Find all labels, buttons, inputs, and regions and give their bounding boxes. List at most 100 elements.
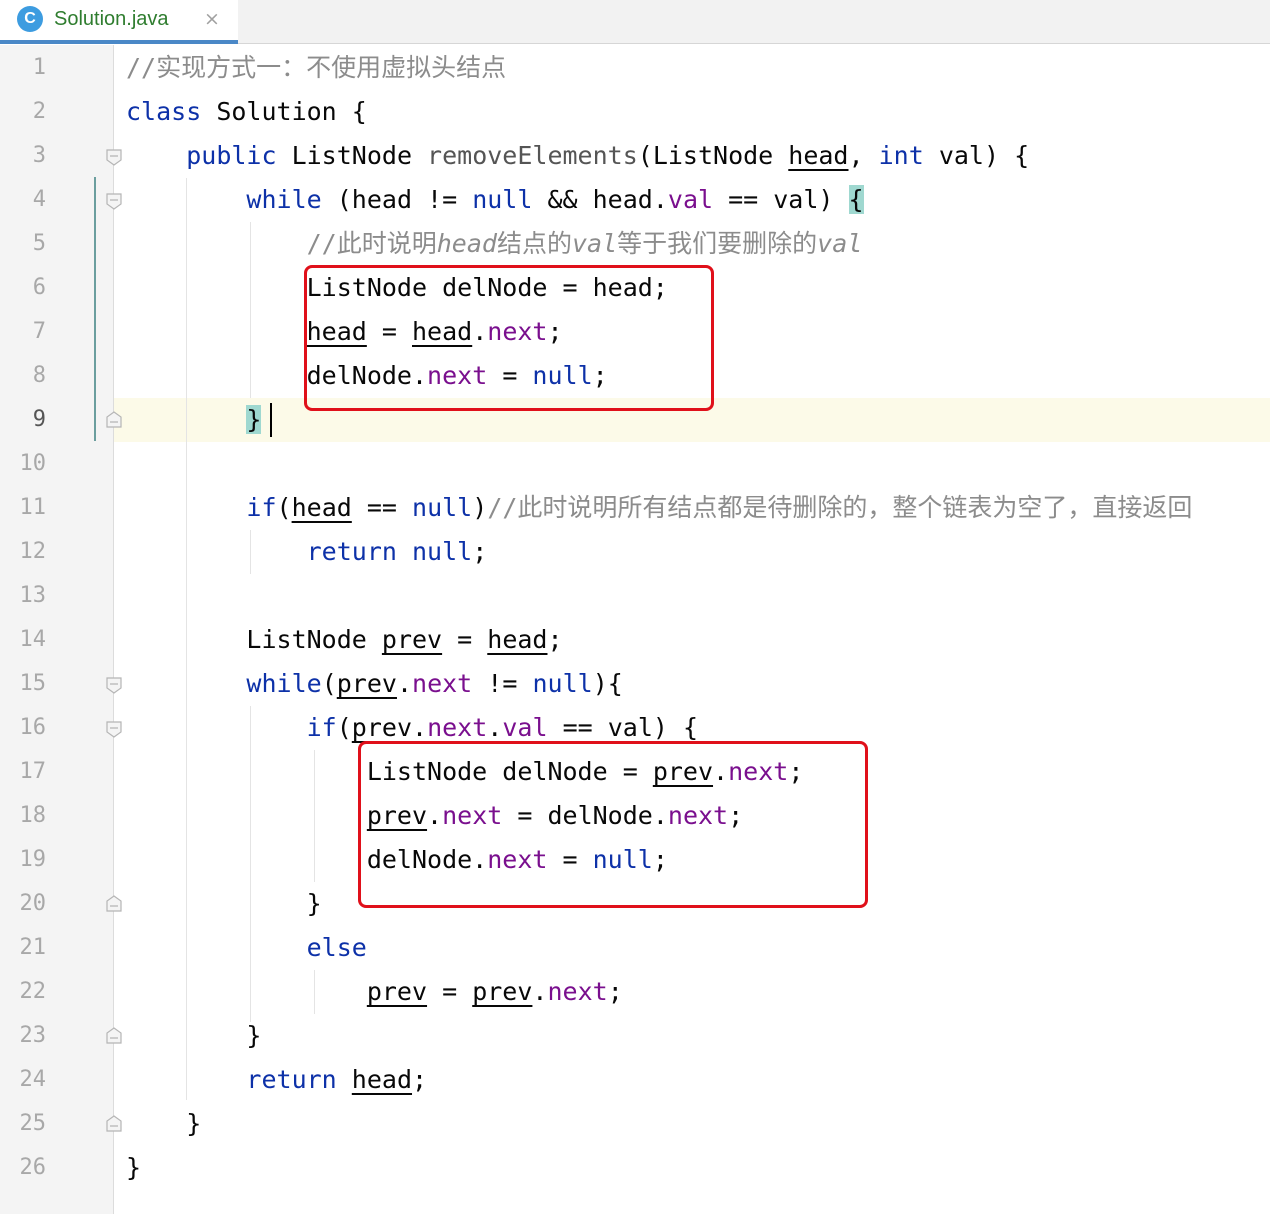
tab-solution-java[interactable]: C Solution.java × (0, 0, 238, 44)
line-number[interactable]: 5 (0, 222, 46, 266)
line-number[interactable]: 7 (0, 310, 46, 354)
code-line-14[interactable]: ListNode prev = head; (126, 618, 563, 662)
code-line-3[interactable]: public ListNode removeElements(ListNode … (126, 134, 1029, 178)
code-text: val) { (923, 141, 1030, 170)
code-line-25[interactable]: } (126, 1102, 201, 1146)
code-text: && head. (532, 185, 668, 214)
code-text: != (472, 669, 533, 698)
matched-brace: { (848, 185, 864, 214)
field: next (412, 669, 473, 698)
variable: prev (336, 669, 397, 698)
code-line-24[interactable]: return head; (126, 1058, 427, 1102)
comment: //此时说明 (306, 229, 437, 258)
line-number[interactable]: 24 (0, 1058, 47, 1102)
line-number[interactable]: 21 (0, 926, 47, 970)
fold-open-icon[interactable] (106, 677, 122, 694)
line-number[interactable]: 18 (0, 794, 47, 838)
line-number[interactable]: 22 (0, 970, 47, 1014)
code-line-12[interactable]: return null; (126, 530, 488, 574)
active-tab-indicator (0, 40, 238, 44)
code-line-23[interactable]: } (126, 1014, 261, 1058)
fold-close-icon[interactable] (106, 411, 122, 428)
variable: prev (366, 977, 428, 1006)
keyword: return (246, 1065, 337, 1094)
vcs-change-marker[interactable] (94, 177, 96, 441)
code-line-20[interactable]: } (126, 882, 322, 926)
keyword: if (306, 713, 337, 742)
comment-ref: head (436, 229, 497, 258)
keyword: public (186, 141, 277, 170)
line-number[interactable]: 13 (0, 574, 47, 618)
line-number[interactable]: 9 (0, 398, 46, 442)
fold-open-icon[interactable] (106, 149, 122, 166)
line-number[interactable]: 12 (0, 530, 47, 574)
annotation-box (304, 265, 714, 411)
fold-open-icon[interactable] (106, 721, 122, 738)
code-text: ListNode (246, 625, 382, 654)
fold-close-icon[interactable] (106, 1115, 122, 1132)
code-line-5[interactable]: //此时说明head结点的val等于我们要删除的val (126, 222, 863, 266)
line-number[interactable]: 16 (0, 706, 47, 750)
code-line-4[interactable]: while (head != null && head.val == val) … (126, 178, 864, 222)
line-number[interactable]: 14 (0, 618, 47, 662)
line-number[interactable]: 1 (0, 46, 46, 90)
line-number[interactable]: 6 (0, 266, 46, 310)
field: val (502, 713, 548, 742)
comment-ref: val (817, 229, 863, 258)
code-line-15[interactable]: while(prev.next != null){ (126, 662, 622, 706)
close-icon[interactable]: × (204, 6, 220, 32)
keyword: else (306, 933, 367, 962)
keyword: null (412, 493, 473, 522)
code-line-26[interactable]: } (126, 1146, 141, 1190)
fold-close-icon[interactable] (106, 1027, 122, 1044)
code-text: } (126, 1153, 142, 1182)
line-number[interactable]: 20 (0, 882, 47, 926)
code-text: ; (472, 537, 488, 566)
code-line-9[interactable]: } (126, 398, 262, 442)
field: next (547, 977, 608, 1006)
line-number[interactable]: 23 (0, 1014, 47, 1058)
code-line-1[interactable]: //实现方式一：不使用虚拟头结点 (126, 46, 506, 90)
variable: prev (351, 713, 413, 742)
code-text: } (246, 1021, 262, 1050)
line-number[interactable]: 4 (0, 178, 46, 222)
keyword: class (126, 97, 202, 126)
line-number[interactable]: 19 (0, 838, 47, 882)
keyword: while (246, 669, 322, 698)
code-text: Solution { (201, 97, 367, 126)
code-line-21[interactable]: else (126, 926, 367, 970)
code-line-22[interactable]: prev = prev.next; (126, 970, 623, 1014)
line-number[interactable]: 17 (0, 750, 47, 794)
code-text: . (487, 713, 503, 742)
fold-close-icon[interactable] (106, 895, 122, 912)
code-text: ; (547, 625, 563, 654)
keyword: null (412, 537, 473, 566)
keyword: null (532, 669, 593, 698)
code-line-11[interactable]: if(head == null)//此时说明所有结点都是待删除的，整个链表为空了… (126, 486, 1192, 530)
variable: head (351, 1065, 413, 1094)
variable: prev (381, 625, 443, 654)
line-number[interactable]: 3 (0, 134, 46, 178)
line-number[interactable]: 8 (0, 354, 46, 398)
line-number[interactable]: 11 (0, 486, 47, 530)
keyword: return (306, 537, 397, 566)
code-text: . (532, 977, 548, 1006)
line-number[interactable]: 26 (0, 1146, 47, 1190)
code-text: ( (321, 669, 337, 698)
fold-open-icon[interactable] (106, 193, 122, 210)
line-number[interactable]: 2 (0, 90, 46, 134)
code-text: ; (412, 1065, 428, 1094)
text-caret (270, 403, 272, 437)
code-text: ( (276, 493, 292, 522)
line-number[interactable]: 15 (0, 662, 47, 706)
code-text: == (351, 493, 413, 522)
matched-brace: } (246, 405, 262, 434)
line-number[interactable]: 25 (0, 1102, 47, 1146)
code-text: == val) { (547, 713, 699, 742)
comment: 结点的 (496, 229, 572, 258)
keyword: while (246, 185, 322, 214)
code-line-2[interactable]: class Solution { (126, 90, 367, 134)
param-reassigned: head (788, 141, 849, 170)
line-number[interactable]: 10 (0, 442, 47, 486)
